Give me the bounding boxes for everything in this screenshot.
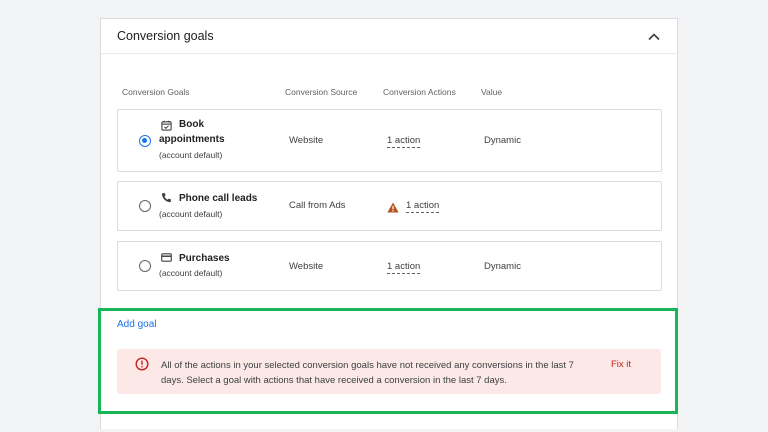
chevron-up-icon <box>648 33 660 41</box>
column-header-source: Conversion Source <box>285 87 358 97</box>
goal-actions-link[interactable]: 1 action <box>387 135 421 148</box>
goal-source: Website <box>289 261 324 272</box>
goal-subtitle: (account default) <box>159 209 223 219</box>
no-conversions-alert: All of the actions in your selected conv… <box>117 349 661 394</box>
alert-message: All of the actions in your selected conv… <box>161 360 574 386</box>
column-header-value: Value <box>481 87 503 97</box>
phone-icon <box>162 193 171 203</box>
credit-card-icon <box>161 253 172 262</box>
column-header-goals: Conversion Goals <box>122 87 190 97</box>
calendar-check-icon <box>161 120 172 131</box>
goal-name-line1: Book <box>179 119 204 130</box>
goal-name-line1: Purchases <box>179 253 230 264</box>
collapse-button[interactable] <box>645 28 663 46</box>
goal-value: Dynamic <box>484 135 521 146</box>
card-title: Conversion goals <box>117 29 214 43</box>
goal-row-book-appointments[interactable]: Book appointments (account default) Webs… <box>117 109 662 172</box>
column-header-actions: Conversion Actions <box>383 87 456 97</box>
fix-it-button[interactable]: Fix it <box>611 359 631 370</box>
goal-actions-link[interactable]: 1 action <box>387 261 421 274</box>
goal-subtitle: (account default) <box>159 150 223 160</box>
goal-value: Dynamic <box>484 261 521 272</box>
goal-radio-purchases[interactable] <box>139 260 151 272</box>
goal-source: Website <box>289 135 324 146</box>
goal-radio-book-appointments[interactable] <box>139 135 151 147</box>
goal-source: Call from Ads <box>289 200 346 211</box>
goal-row-phone-call-leads[interactable]: Phone call leads (account default) Call … <box>117 181 662 231</box>
goal-radio-phone-call-leads[interactable] <box>139 200 151 212</box>
goal-name-line2: appointments <box>159 134 225 145</box>
goal-name-line1: Phone call leads <box>179 193 258 204</box>
goal-actions-link[interactable]: 1 action <box>406 200 440 213</box>
goal-subtitle: (account default) <box>159 268 223 278</box>
add-goal-link[interactable]: Add goal <box>117 319 156 330</box>
error-icon <box>135 357 149 371</box>
goal-row-purchases[interactable]: Purchases (account default) Website 1 ac… <box>117 241 662 291</box>
warning-icon <box>387 202 399 213</box>
card-header[interactable]: Conversion goals <box>101 19 677 54</box>
